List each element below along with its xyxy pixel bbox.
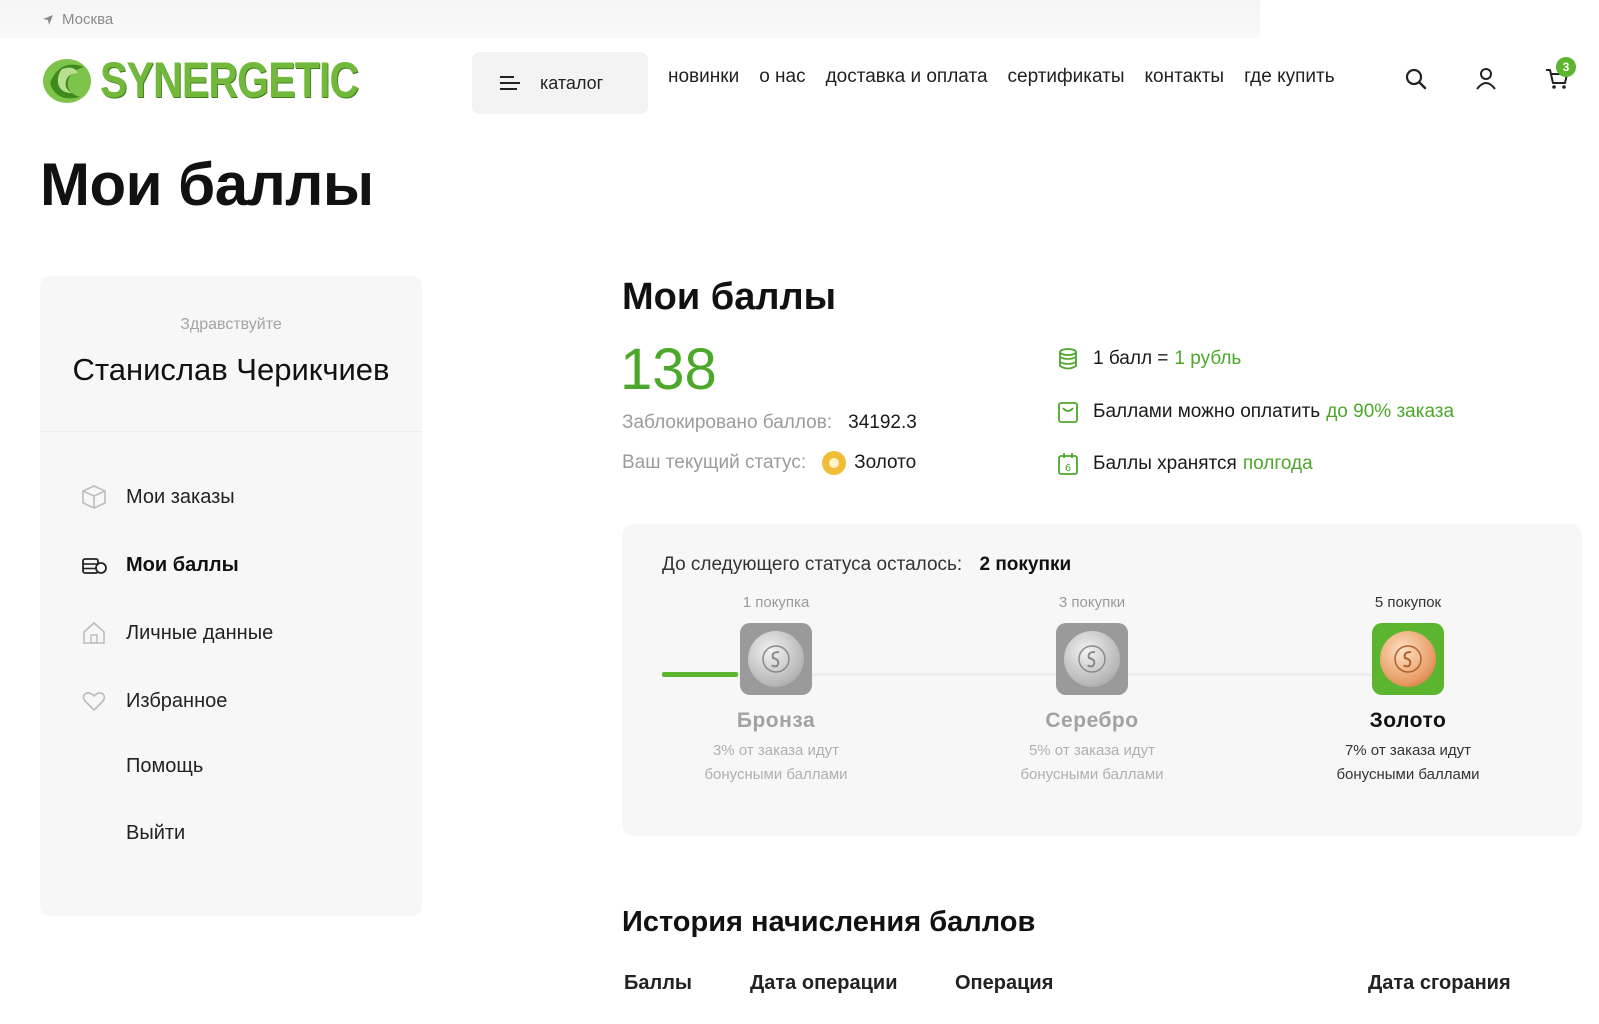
info-rate-highlight: 1 рубль [1174,348,1242,369]
top-bar [0,0,1260,38]
cart-count-badge: 3 [1556,57,1576,77]
sidebar-item-points[interactable]: Мои баллы [80,551,239,579]
sidebar-item-label: Избранное [126,689,228,712]
column-header-operation[interactable]: Операция [955,972,1053,995]
nav-item-new[interactable]: новинки [668,66,739,88]
current-status-row: Ваш текущий статус: Золото [622,451,916,475]
nav-item-delivery[interactable]: доставка и оплата [826,66,988,88]
calendar-icon: 6 [1058,453,1078,475]
sidebar-item-label: Помощь [126,755,204,777]
sidebar-item-label: Выйти [126,822,186,844]
level-description-line: 5% от заказа идут [1028,742,1156,759]
logo-text: SYNERGETIC [100,52,359,108]
level-description: 7% от заказа идут бонусными баллами [1288,739,1528,787]
divider [40,431,422,432]
level-name: Серебро [1045,709,1139,732]
greeting: Здравствуйте [180,316,282,333]
level-description-line: бонусными баллами [704,766,848,783]
account-sidebar: Здравствуйте Станислав Черикчиев Мои зак… [40,276,422,916]
points-balance: 138 [620,337,717,402]
info-payment: Баллами можно оплатить до 90% заказа [1055,399,1454,425]
info-storage-highlight: полгода [1242,453,1313,474]
sidebar-item-logout[interactable]: Выйти [80,822,185,845]
level-description-line: 7% от заказа идут [1344,742,1472,759]
level-description: 3% от заказа идут бонусными баллами [656,739,896,787]
column-header-points[interactable]: Баллы [624,972,692,995]
sidebar-item-label: Личные данные [126,621,274,644]
location-arrow-icon [43,14,53,25]
info-payment-highlight: до 90% заказа [1326,401,1455,422]
sidebar-item-personal-data[interactable]: Личные данные [80,619,273,647]
level-bronze: 1 покупка Бронза 3% от заказа идут бонус… [656,594,896,787]
sidebar-item-orders[interactable]: Мои заказы [80,483,235,511]
user-icon[interactable] [1473,66,1499,92]
next-status-text: До следующего статуса осталось: 2 покупк… [662,554,1071,576]
column-header-expiry-date[interactable]: Дата сгорания [1368,972,1511,995]
leaf-logo-icon [43,59,91,103]
level-description: 5% от заказа идут бонусными баллами [972,739,1212,787]
blocked-points-value: 34192.3 [848,412,917,433]
catalog-label: каталог [540,72,604,93]
nav-item-contacts[interactable]: контакты [1145,66,1225,88]
user-name: Станислав Черикчиев [72,352,390,387]
level-requirement: 1 покупка [742,594,810,611]
sidebar-item-label: Мои баллы [126,553,239,576]
next-status-label: До следующего статуса осталось: [662,554,963,575]
menu-icon [500,76,520,90]
current-status-value: Золото [854,452,917,473]
coins-icon [82,558,107,574]
main-nav: новинки о нас доставка и оплата сертифик… [668,66,1335,88]
level-requirement: 5 покупок [1374,594,1442,611]
wallet-icon [1058,402,1078,423]
blocked-points-label: Заблокировано баллов: [622,412,833,433]
level-requirement: 3 покупки [1058,594,1126,611]
sidebar-item-help[interactable]: Помощь [80,755,203,778]
level-name: Золото [1369,709,1447,732]
info-payment-text: Баллами можно оплатить [1093,401,1321,422]
history-title: История начисления баллов [622,906,1036,938]
level-description-line: бонусными баллами [1020,766,1164,783]
nav-item-certificates[interactable]: сертификаты [1008,66,1125,88]
column-header-operation-date[interactable]: Дата операции [750,972,898,995]
nav-item-where-to-buy[interactable]: где купить [1244,66,1335,88]
level-description-line: бонусными баллами [1336,766,1480,783]
box-icon [82,485,106,509]
gold-medal-icon [1372,623,1444,695]
info-rate-text: 1 балл = [1093,348,1169,369]
sidebar-item-label: Мои заказы [126,485,235,508]
home-icon [83,621,105,644]
svg-text:6: 6 [1065,463,1071,474]
city-selector[interactable]: Москва [42,11,113,28]
silver-medal-icon [1056,623,1128,695]
status-progress-card: До следующего статуса осталось: 2 покупк… [622,524,1582,836]
info-storage: 6 Баллы хранятся полгода [1055,451,1313,477]
current-status-label: Ваш текущий статус: [622,452,807,473]
gold-status-icon [822,451,847,475]
nav-item-about[interactable]: о нас [759,66,805,88]
next-status-value: 2 покупки [979,554,1072,575]
logo[interactable]: SYNERGETIC [40,50,415,110]
heart-icon [82,692,106,711]
level-gold: 5 покупок Золото 7% от заказа идут бонус… [1288,594,1528,787]
info-rate: 1 балл = 1 рубль [1055,346,1241,372]
level-description-line: 3% от заказа идут [712,742,840,759]
blocked-points-row: Заблокировано баллов: 34192.3 [622,412,917,434]
bronze-medal-icon [740,623,812,695]
catalog-button[interactable]: каталог [472,52,648,114]
sidebar-item-favorites[interactable]: Избранное [80,687,227,715]
level-silver: 3 покупки Серебро 5% от заказа идут бону… [972,594,1212,787]
search-icon[interactable] [1403,66,1429,92]
info-storage-text: Баллы хранятся [1093,453,1237,474]
level-name: Бронза [736,709,816,732]
city-label: Москва [62,11,114,28]
page-title: Мои баллы [40,151,374,218]
database-icon [1059,348,1077,370]
section-title: Мои баллы [622,276,837,318]
